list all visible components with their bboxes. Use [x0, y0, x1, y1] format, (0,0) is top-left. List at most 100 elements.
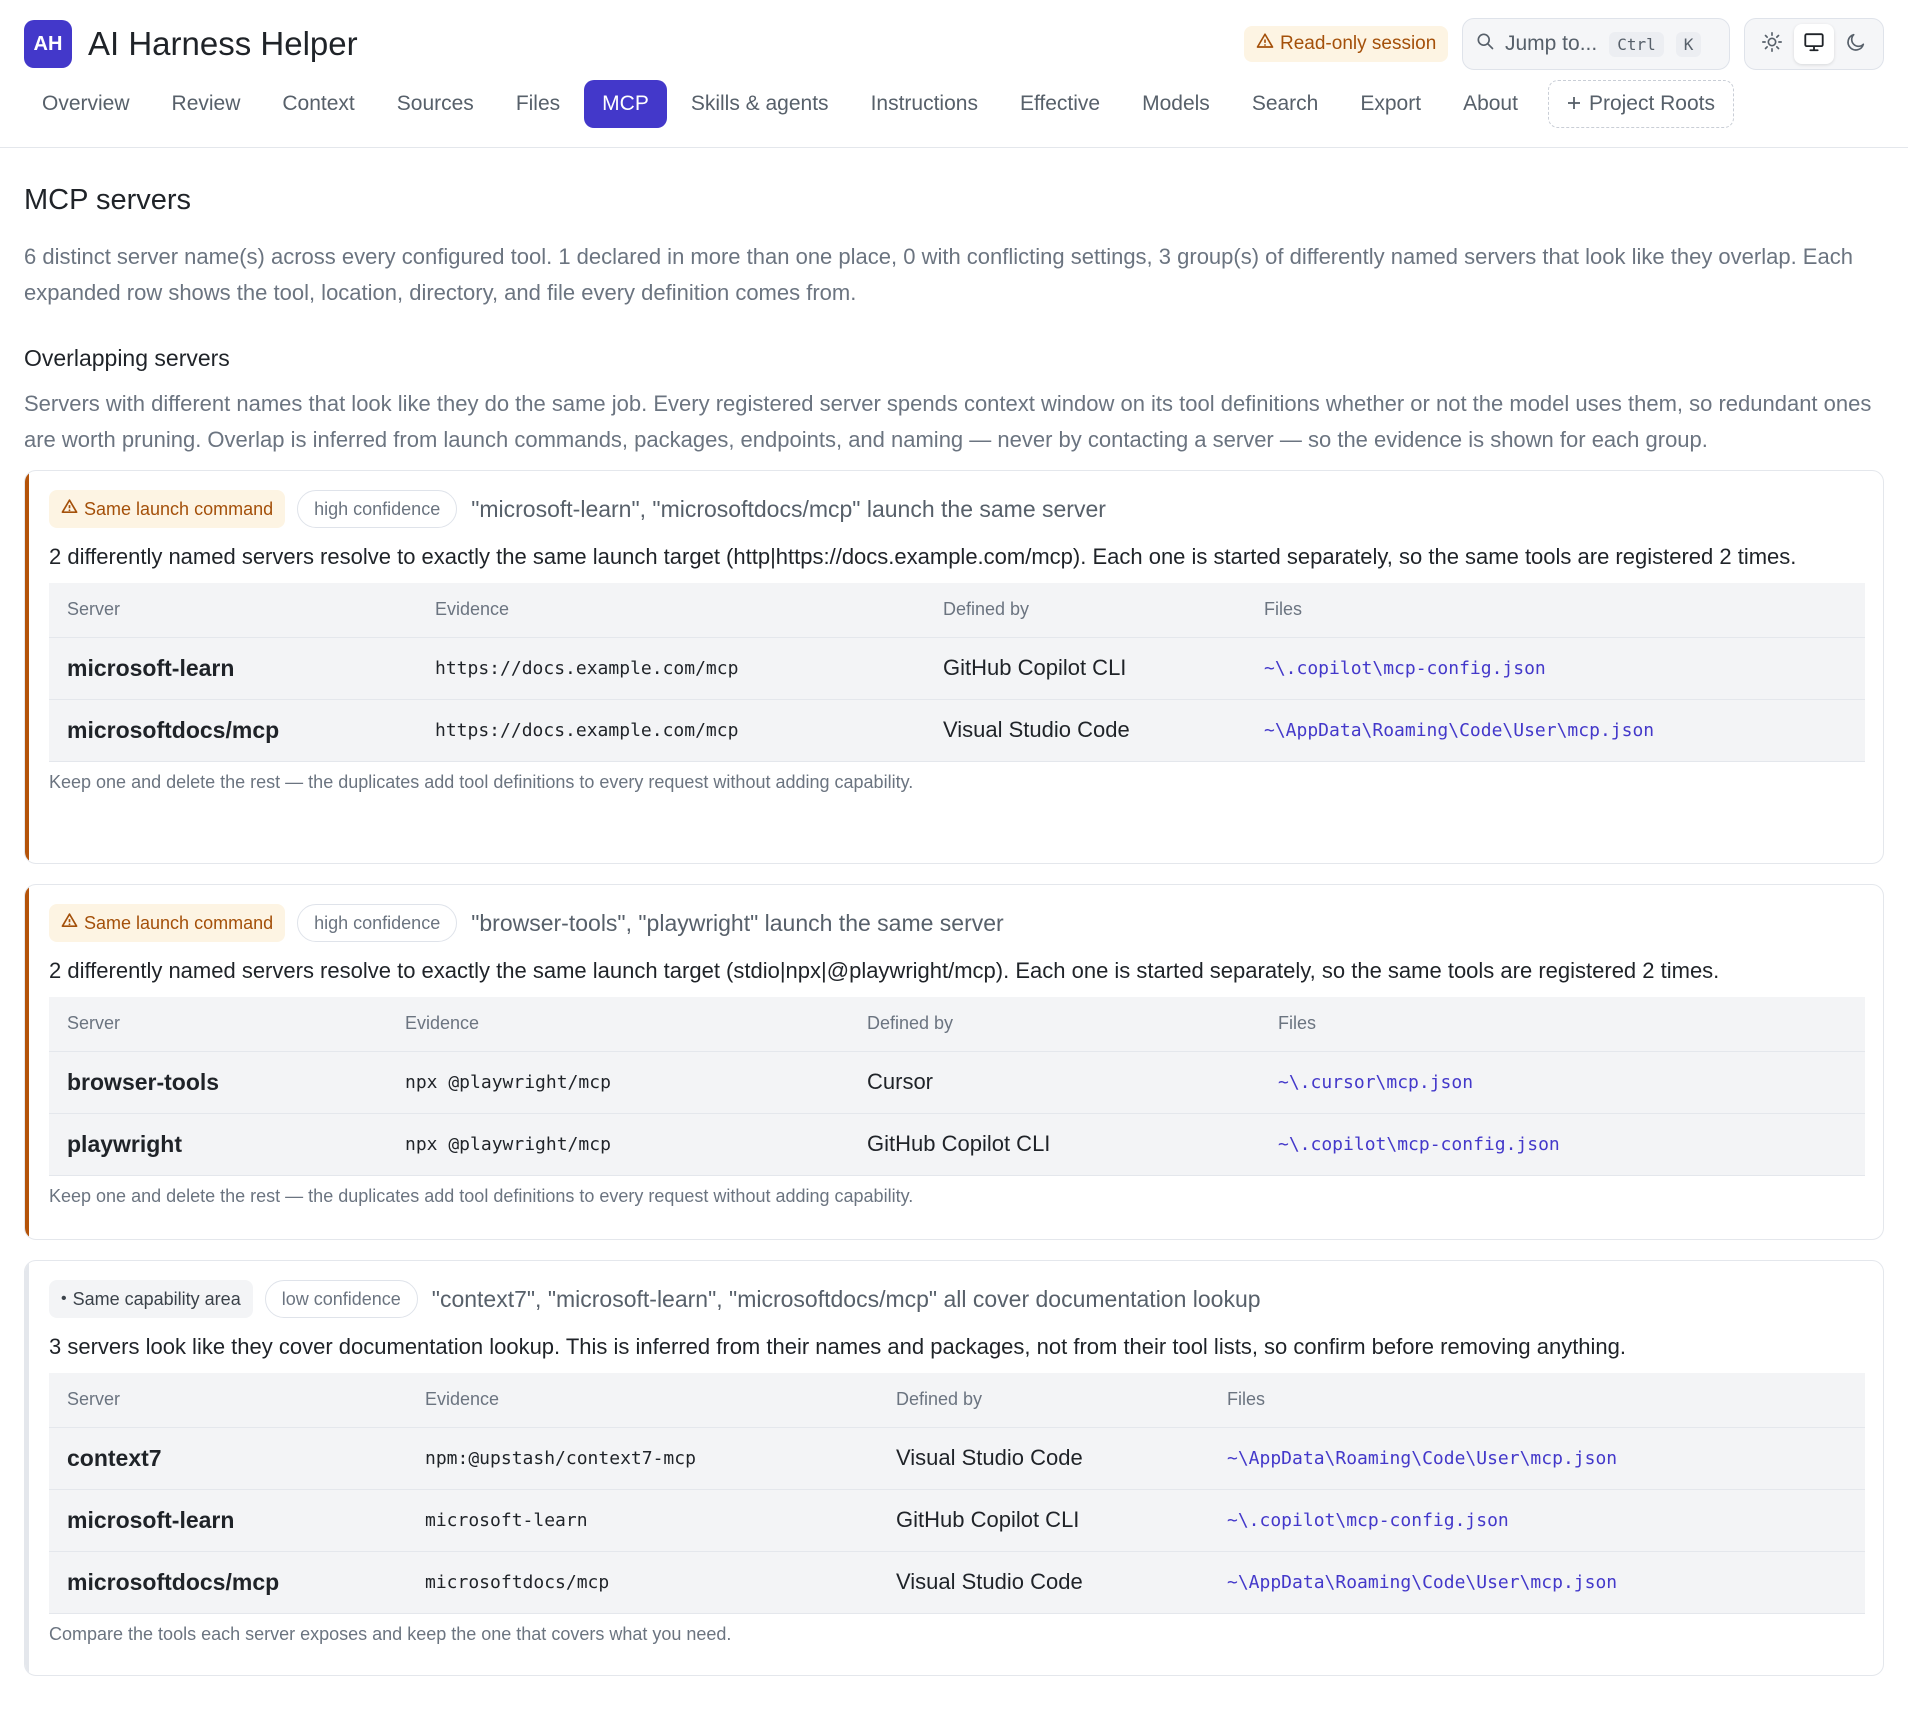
readonly-badge-label: Read-only session	[1280, 33, 1437, 54]
bullet-icon: •	[61, 1290, 67, 1307]
column-header-defined-by: Defined by	[849, 997, 1260, 1052]
tab-instructions[interactable]: Instructions	[853, 80, 996, 128]
group-title: "browser-tools", "playwright" launch the…	[471, 909, 1004, 936]
tab-models[interactable]: Models	[1124, 80, 1228, 128]
sun-icon	[1761, 31, 1783, 58]
defined-by: GitHub Copilot CLI	[878, 1489, 1209, 1552]
server-name: microsoftdocs/mcp	[49, 699, 417, 762]
group-title: "context7", "microsoft-learn", "microsof…	[431, 1285, 1261, 1312]
warning-icon	[1256, 32, 1274, 56]
overlap-table: Server Evidence Defined by Files browser…	[49, 997, 1865, 1176]
tab-review[interactable]: Review	[154, 80, 259, 128]
jump-to-label: Jump to...	[1505, 32, 1598, 55]
tab-about[interactable]: About	[1445, 80, 1536, 128]
monitor-icon	[1802, 31, 1826, 58]
evidence-value: https://docs.example.com/mcp	[417, 699, 925, 762]
dark-theme-button[interactable]	[1836, 24, 1876, 64]
column-header-files: Files	[1260, 997, 1865, 1052]
tab-search[interactable]: Search	[1234, 80, 1337, 128]
card-header: Same launch command high confidence "mic…	[49, 489, 1865, 529]
page-title: MCP servers	[24, 184, 192, 216]
match-type-badge: Same launch command	[49, 490, 286, 528]
tab-mcp[interactable]: MCP	[584, 80, 667, 128]
tab-overview[interactable]: Overview	[24, 80, 148, 128]
file-link[interactable]: ~\.copilot\mcp-config.json	[1246, 637, 1865, 700]
server-name: playwright	[49, 1113, 387, 1176]
group-description: 2 differently named servers resolve to e…	[49, 958, 1720, 983]
confidence-badge: high confidence	[297, 904, 458, 942]
file-link[interactable]: ~\.cursor\mcp.json	[1260, 1051, 1865, 1114]
plus-icon	[1567, 92, 1581, 116]
theme-switcher	[1744, 18, 1884, 70]
table-header-row: Server Evidence Defined by Files	[49, 1373, 1865, 1428]
match-type-label: Same launch command	[84, 912, 274, 933]
file-link[interactable]: ~\.copilot\mcp-config.json	[1209, 1489, 1865, 1552]
evidence-value: microsoft-learn	[407, 1489, 878, 1552]
card-header: Same launch command high confidence "bro…	[49, 903, 1865, 943]
column-header-evidence: Evidence	[407, 1373, 878, 1428]
section-title: Overlapping servers	[24, 345, 230, 371]
evidence-value: npm:@upstash/context7-mcp	[407, 1427, 878, 1490]
file-link[interactable]: ~\AppData\Roaming\Code\User\mcp.json	[1246, 699, 1865, 762]
defined-by: Visual Studio Code	[925, 699, 1246, 762]
confidence-badge: high confidence	[297, 490, 458, 528]
evidence-value: npx @playwright/mcp	[387, 1113, 849, 1176]
jump-to-button[interactable]: Jump to... Ctrl K	[1462, 18, 1730, 70]
main-tabs: Overview Review Context Sources Files MC…	[24, 80, 1740, 128]
match-type-badge: • Same capability area	[49, 1280, 253, 1318]
project-roots-label: Project Roots	[1588, 92, 1716, 115]
file-link[interactable]: ~\AppData\Roaming\Code\User\mcp.json	[1209, 1551, 1865, 1614]
shortcut-key-ctrl: Ctrl	[1609, 31, 1664, 57]
column-header-evidence: Evidence	[417, 583, 925, 638]
file-link[interactable]: ~\.copilot\mcp-config.json	[1260, 1113, 1865, 1176]
file-link[interactable]: ~\AppData\Roaming\Code\User\mcp.json	[1209, 1427, 1865, 1490]
group-recommendation: Keep one and delete the rest — the dupli…	[49, 771, 914, 792]
readonly-badge: Read-only session	[1244, 26, 1449, 62]
page-summary: 6 distinct server name(s) across every c…	[24, 244, 1853, 305]
table-row[interactable]: context7 npm:@upstash/context7-mcp Visua…	[49, 1427, 1865, 1490]
table-row[interactable]: microsoftdocs/mcp microsoftdocs/mcp Visu…	[49, 1551, 1865, 1614]
table-row[interactable]: microsoftdocs/mcp https://docs.example.c…	[49, 699, 1865, 762]
moon-icon	[1845, 31, 1867, 58]
system-theme-button[interactable]	[1794, 24, 1834, 64]
evidence-value: microsoftdocs/mcp	[407, 1551, 878, 1614]
main-content: MCP servers 6 distinct server name(s) ac…	[0, 184, 1908, 1676]
tab-context[interactable]: Context	[264, 80, 372, 128]
column-header-defined-by: Defined by	[878, 1373, 1209, 1428]
table-row[interactable]: microsoft-learn microsoft-learn GitHub C…	[49, 1489, 1865, 1552]
light-theme-button[interactable]	[1752, 24, 1792, 64]
table-row[interactable]: playwright npx @playwright/mcp GitHub Co…	[49, 1113, 1865, 1176]
group-recommendation: Keep one and delete the rest — the dupli…	[49, 1185, 914, 1206]
defined-by: GitHub Copilot CLI	[925, 637, 1246, 700]
table-header-row: Server Evidence Defined by Files	[49, 997, 1865, 1052]
table-row[interactable]: browser-tools npx @playwright/mcp Cursor…	[49, 1051, 1865, 1114]
group-title: "microsoft-learn", "microsoftdocs/mcp" l…	[471, 495, 1106, 522]
app-logo: AH	[24, 20, 72, 68]
confidence-badge: low confidence	[264, 1280, 418, 1318]
tab-sources[interactable]: Sources	[379, 80, 492, 128]
group-description: 2 differently named servers resolve to e…	[49, 544, 1797, 569]
table-header-row: Server Evidence Defined by Files	[49, 583, 1865, 638]
shortcut-key-k: K	[1675, 31, 1702, 57]
server-name: microsoft-learn	[49, 1489, 407, 1552]
column-header-files: Files	[1209, 1373, 1865, 1428]
match-type-label: Same launch command	[84, 498, 274, 519]
overlap-group-card: • Same capability area low confidence "c…	[24, 1260, 1884, 1676]
column-header-server: Server	[49, 997, 387, 1052]
overlap-group-card: Same launch command high confidence "mic…	[24, 470, 1884, 864]
overlap-table: Server Evidence Defined by Files microso…	[49, 583, 1865, 762]
tab-files[interactable]: Files	[498, 80, 578, 128]
overlap-group-card: Same launch command high confidence "bro…	[24, 884, 1884, 1240]
tab-skills-agents[interactable]: Skills & agents	[673, 80, 847, 128]
tab-export[interactable]: Export	[1342, 80, 1439, 128]
table-row[interactable]: microsoft-learn https://docs.example.com…	[49, 637, 1865, 700]
project-roots-button[interactable]: Project Roots	[1547, 80, 1735, 128]
evidence-value: npx @playwright/mcp	[387, 1051, 849, 1114]
search-icon	[1475, 31, 1495, 57]
tab-effective[interactable]: Effective	[1002, 80, 1118, 128]
evidence-value: https://docs.example.com/mcp	[417, 637, 925, 700]
defined-by: GitHub Copilot CLI	[849, 1113, 1260, 1176]
group-description: 3 servers look like they cover documenta…	[49, 1334, 1627, 1359]
server-name: microsoft-learn	[49, 637, 417, 700]
app-header: AH AI Harness Helper Read-only session J…	[0, 0, 1908, 148]
